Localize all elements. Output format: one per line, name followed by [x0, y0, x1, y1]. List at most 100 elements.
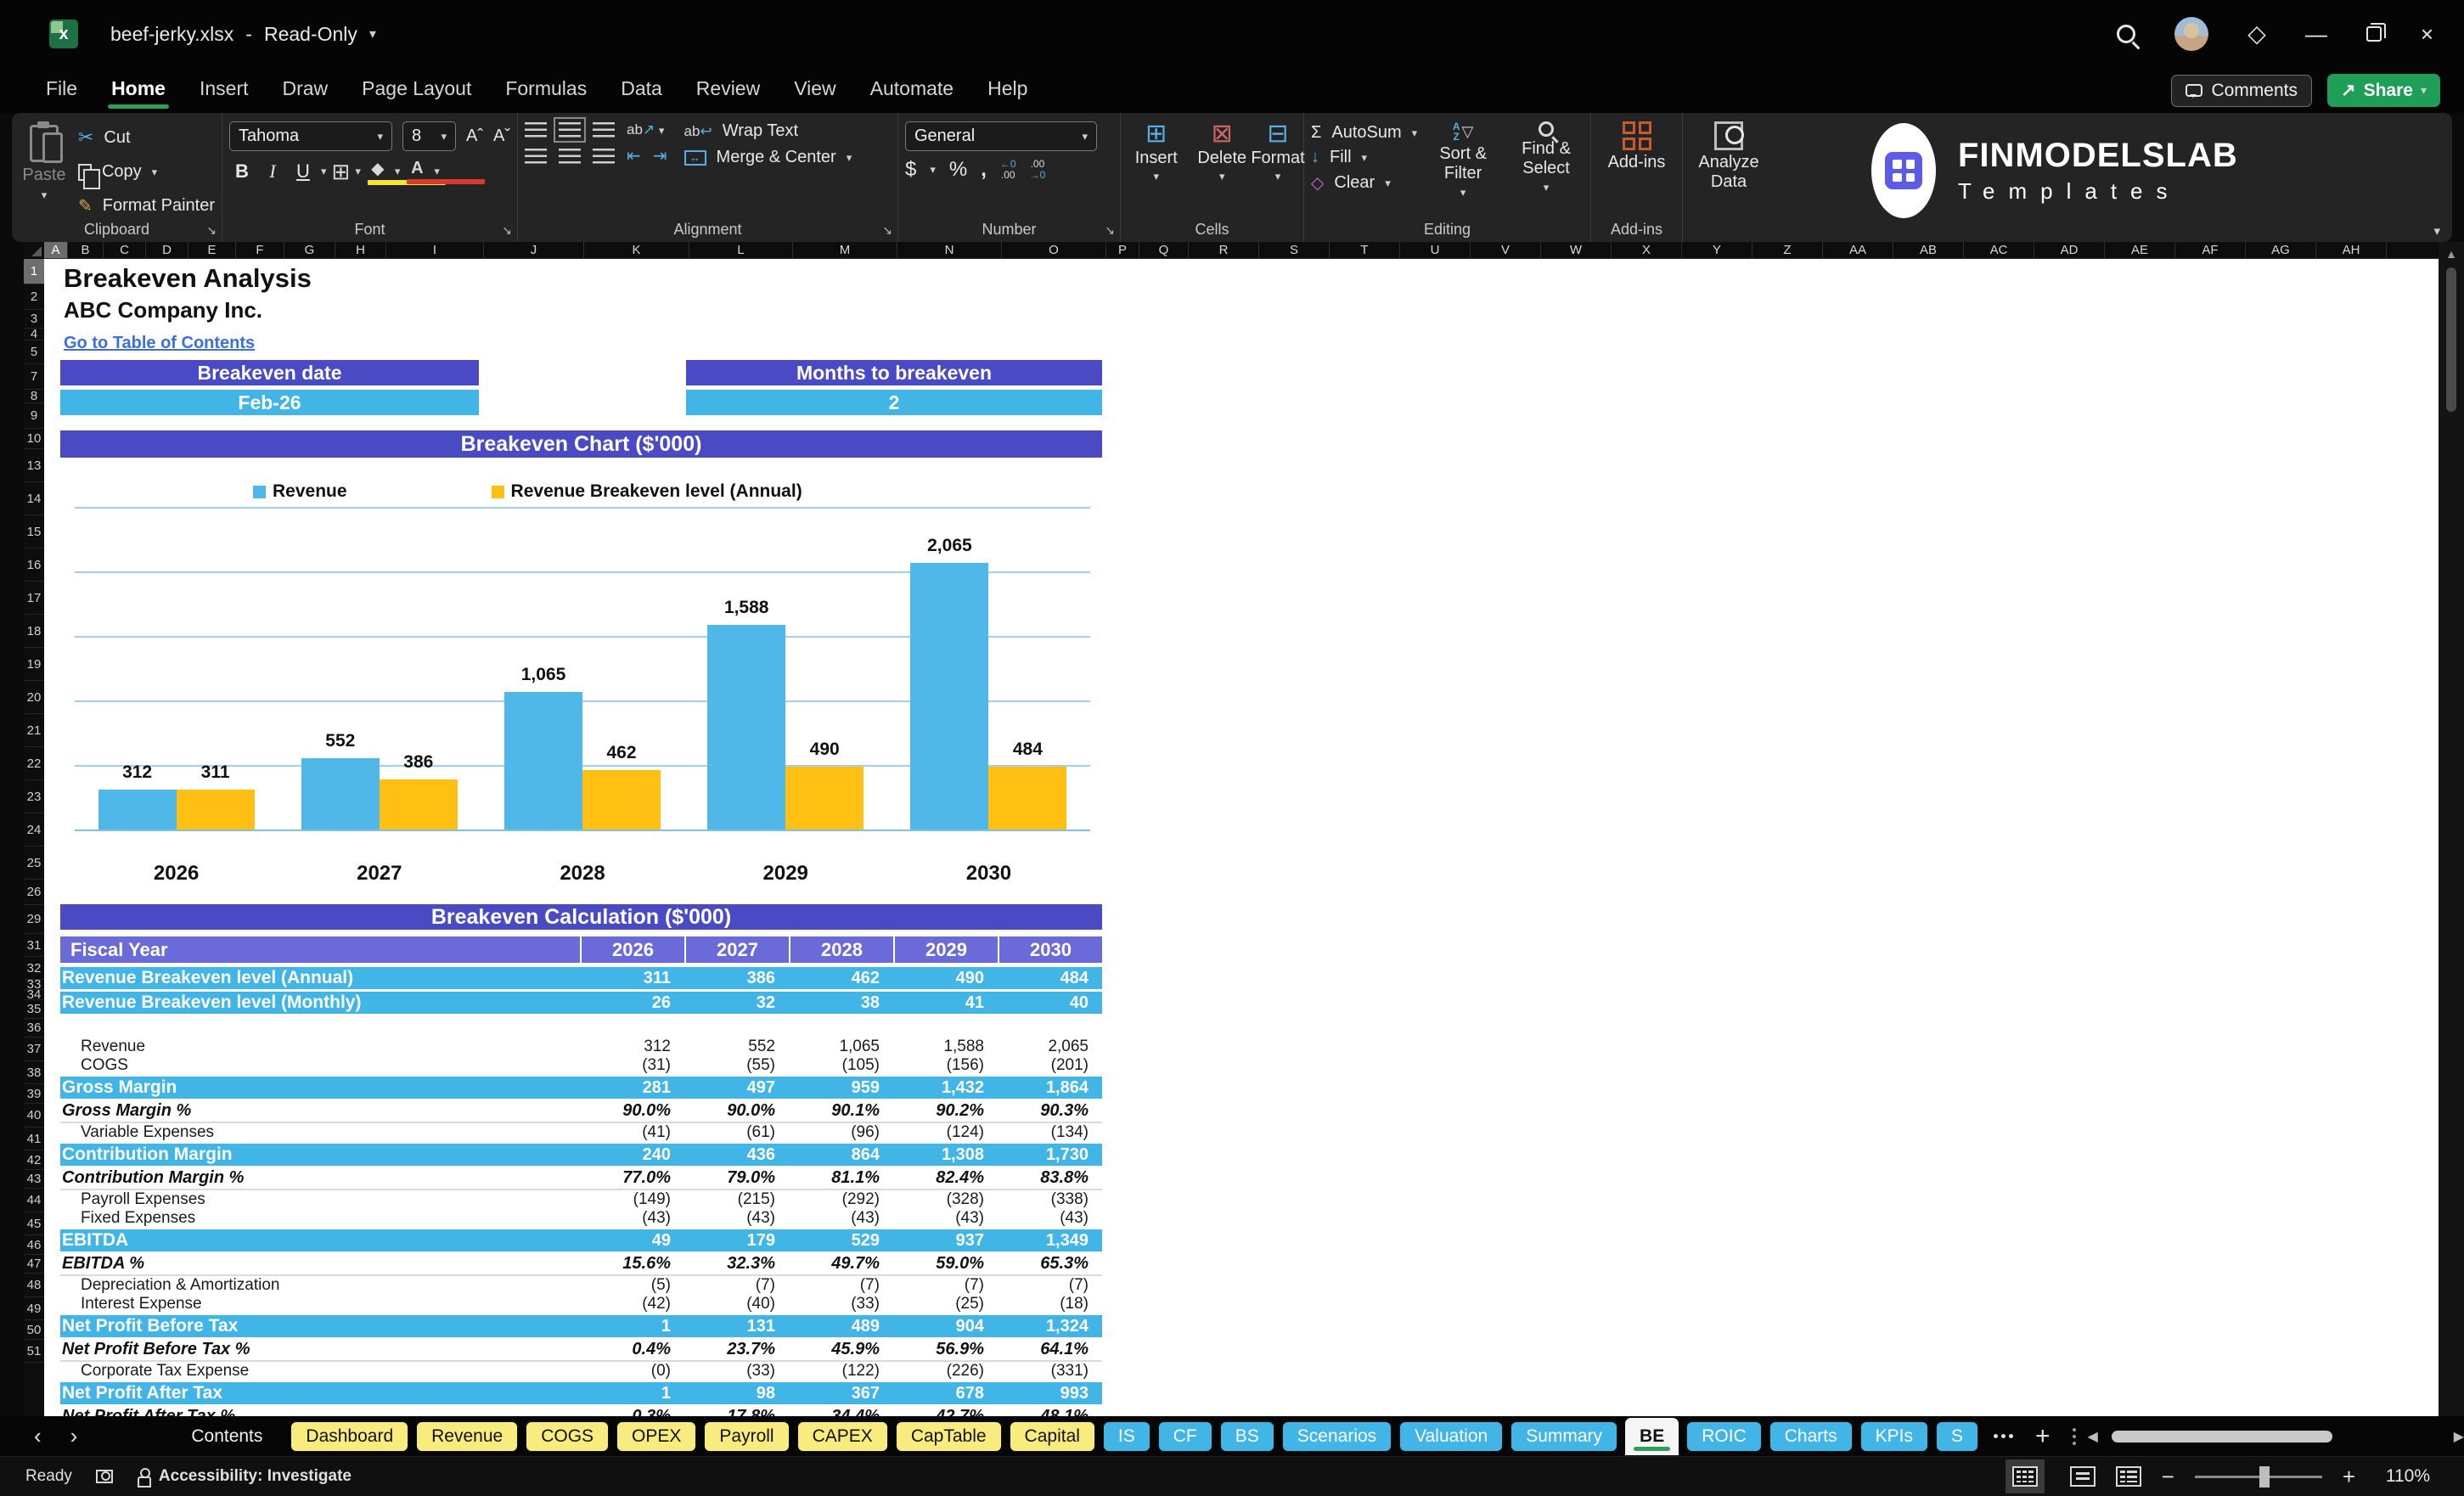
ribbon-tab-home[interactable]: Home — [98, 70, 179, 110]
sheet-tab-cf[interactable]: CF — [1157, 1420, 1212, 1452]
sheet-tab-charts[interactable]: Charts — [1769, 1420, 1853, 1452]
row-header-42[interactable]: 42 — [24, 1150, 44, 1170]
ribbon-tab-file[interactable]: File — [32, 70, 91, 110]
zoom-slider-thumb[interactable] — [2259, 1465, 2270, 1488]
sheet-tab-s[interactable]: S — [1935, 1420, 1978, 1452]
row-header-38[interactable]: 38 — [24, 1061, 44, 1084]
orientation-button[interactable]: ab↗ ▾ — [627, 121, 664, 138]
ribbon-tab-formulas[interactable]: Formulas — [492, 70, 600, 110]
sheet-tab-capital[interactable]: Capital — [1009, 1420, 1095, 1452]
accessibility-status[interactable]: Accessibility: Investigate — [137, 1467, 352, 1488]
column-header-AG[interactable]: AG — [2246, 242, 2316, 258]
document-title[interactable]: beef-jerky.xlsx - Read-Only ▾ — [110, 23, 376, 46]
row-header-32[interactable]: 32 — [24, 957, 44, 980]
search-icon[interactable] — [2117, 25, 2136, 43]
row-header-10[interactable]: 10 — [24, 429, 44, 449]
ribbon-tab-help[interactable]: Help — [974, 70, 1041, 110]
sheet-tab-valuation[interactable]: Valuation — [1399, 1420, 1504, 1452]
ribbon-tab-view[interactable]: View — [780, 70, 849, 110]
chevron-down-icon[interactable]: ▾ — [369, 25, 376, 42]
sheet-tab-revenue[interactable]: Revenue — [416, 1420, 519, 1452]
chevron-down-icon[interactable]: ▾ — [930, 163, 936, 177]
macro-record-icon[interactable] — [95, 1470, 113, 1483]
sheet-tab-scenarios[interactable]: Scenarios — [1281, 1420, 1392, 1452]
fill-button[interactable]: ↓ Fill ▾ — [1311, 148, 1417, 167]
row-header-46[interactable]: 46 — [24, 1235, 44, 1255]
row-header-13[interactable]: 13 — [24, 449, 44, 482]
row-header-48[interactable]: 48 — [24, 1274, 44, 1297]
alignment-dialog-launcher[interactable]: ↘ — [882, 223, 892, 238]
row-header-31[interactable]: 31 — [24, 934, 44, 957]
next-sheet-arrow[interactable]: › — [70, 1423, 78, 1449]
font-name-select[interactable]: Tahoma ▾ — [229, 121, 392, 151]
row-header-18[interactable]: 18 — [24, 615, 44, 648]
row-header-22[interactable]: 22 — [24, 747, 44, 780]
row-header-2[interactable]: 2 — [24, 284, 44, 310]
font-color-button[interactable]: A — [405, 159, 486, 184]
select-all-corner[interactable] — [24, 242, 44, 259]
row-header-24[interactable]: 24 — [24, 813, 44, 846]
scroll-left-arrow-icon[interactable]: ◀ — [2088, 1428, 2098, 1445]
cut-button[interactable]: ✂ Cut — [78, 127, 215, 149]
format-painter-button[interactable]: ✎ Format Painter — [78, 195, 215, 217]
paste-button[interactable]: Paste ▾ — [19, 121, 70, 220]
row-header-1[interactable]: 1 — [24, 259, 44, 284]
row-header-14[interactable]: 14 — [24, 482, 44, 515]
row-header-41[interactable]: 41 — [24, 1128, 44, 1150]
previous-sheet-arrow[interactable]: ‹ — [34, 1423, 42, 1449]
row-header-51[interactable]: 51 — [24, 1340, 44, 1363]
ribbon-tab-review[interactable]: Review — [683, 70, 774, 110]
clipboard-dialog-launcher[interactable]: ↘ — [206, 223, 217, 238]
chevron-down-icon[interactable]: ▾ — [321, 165, 327, 178]
column-header-M[interactable]: M — [793, 242, 897, 258]
premium-diamond-icon[interactable]: ◇ — [2247, 22, 2266, 46]
column-header-T[interactable]: T — [1330, 242, 1400, 258]
row-header-4[interactable]: 4 — [24, 327, 44, 341]
worksheet[interactable]: Breakeven Analysis ABC Company Inc. Go t… — [44, 259, 2439, 1416]
row-header-47[interactable]: 47 — [24, 1255, 44, 1274]
row-header-15[interactable]: 15 — [24, 515, 44, 548]
column-header-AE[interactable]: AE — [2105, 242, 2175, 258]
sheet-tab-be[interactable]: BE — [1625, 1417, 1679, 1455]
decrease-indent-button[interactable]: ⇤ — [627, 145, 641, 166]
normal-view-button[interactable] — [2005, 1459, 2045, 1493]
scroll-up-arrow-icon[interactable]: ▲ — [2439, 242, 2464, 261]
sheet-tab-capex[interactable]: CAPEX — [796, 1420, 888, 1452]
font-size-select[interactable]: 8 ▾ — [402, 121, 456, 151]
sheet-tab-contents[interactable]: Contents — [171, 1421, 283, 1452]
vertical-scrollbar-thumb[interactable] — [2446, 267, 2456, 412]
column-header-X[interactable]: X — [1612, 242, 1682, 258]
column-header-AF[interactable]: AF — [2175, 242, 2246, 258]
column-header-C[interactable]: C — [104, 242, 146, 258]
merge-center-button[interactable]: ↔ Merge & Center ▾ — [684, 148, 852, 167]
sheet-tab-is[interactable]: IS — [1102, 1420, 1150, 1452]
row-header-3[interactable]: 3 — [24, 310, 44, 329]
ribbon-tab-insert[interactable]: Insert — [186, 70, 262, 110]
column-header-Y[interactable]: Y — [1682, 242, 1752, 258]
new-sheet-button[interactable]: + — [2035, 1422, 2051, 1451]
column-header-F[interactable]: F — [236, 242, 284, 258]
row-header-43[interactable]: 43 — [24, 1170, 44, 1189]
chevron-down-icon[interactable]: ▾ — [355, 165, 361, 178]
column-header-AC[interactable]: AC — [1964, 242, 2034, 258]
sheet-tab-captable[interactable]: CapTable — [895, 1420, 1002, 1452]
row-headers[interactable]: 1 2 3 4 5 7 8 9 10 13 14 15 16 17 18 19 20 21 22 23 24 25 26 29… — [24, 259, 44, 1416]
tab-options-icon[interactable] — [2072, 1427, 2076, 1445]
zoom-out-button[interactable]: − — [2162, 1464, 2174, 1490]
clear-button[interactable]: ◇ Clear ▾ — [1311, 172, 1417, 194]
restore-button[interactable] — [2366, 23, 2386, 42]
sheet-tab-dashboard[interactable]: Dashboard — [290, 1420, 409, 1452]
number-dialog-launcher[interactable]: ↘ — [1105, 223, 1115, 238]
italic-button[interactable]: I — [260, 160, 285, 183]
chevron-down-icon[interactable]: ▾ — [434, 165, 440, 178]
collapse-ribbon-icon[interactable]: ▾ — [2433, 223, 2440, 239]
column-header-W[interactable]: W — [1541, 242, 1612, 258]
row-header-39[interactable]: 39 — [24, 1084, 44, 1104]
column-header-A[interactable]: A — [44, 242, 68, 258]
align-center-button[interactable] — [559, 148, 581, 164]
minimize-button[interactable]: — — [2305, 23, 2327, 45]
grow-font-button[interactable]: Aˆ — [466, 127, 483, 146]
column-header-S[interactable]: S — [1259, 242, 1330, 258]
scroll-right-arrow-icon[interactable]: ▶ — [2454, 1428, 2464, 1445]
row-header-26[interactable]: 26 — [24, 880, 44, 905]
